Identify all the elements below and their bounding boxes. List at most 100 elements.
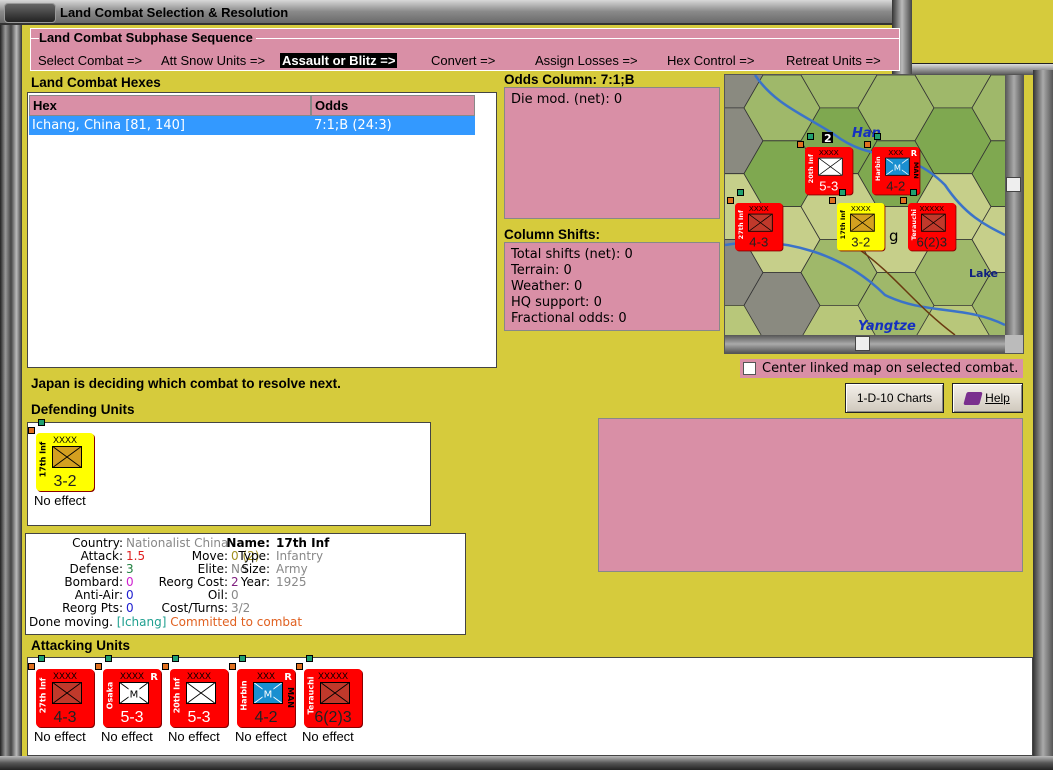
combat-result: No effect [34, 729, 86, 744]
defending-label: Defending Units [31, 402, 135, 417]
svg-text:M: M [264, 690, 273, 701]
book-icon [963, 391, 983, 405]
right-frame [1033, 70, 1053, 770]
unit-counter[interactable]: XXXX 17th Inf 3-2 [36, 433, 94, 491]
map-label-lake: Lake [969, 267, 998, 280]
map-label-yangtze: Yangtze [858, 319, 916, 334]
reorgpts-value: 0 [126, 601, 134, 615]
status-marker [807, 133, 814, 140]
size-label: Size: [241, 562, 270, 576]
table-row[interactable]: Ichang, China [81, 140] 7:1;B (24:3) [29, 116, 475, 135]
unit-strength: 4-2 [254, 709, 278, 726]
defense-label: Defense: [69, 562, 123, 576]
mechanized-icon: M [119, 682, 149, 704]
mechanized-icon: M [253, 682, 283, 704]
charts-button-label: 1-D-10 Charts [856, 391, 933, 405]
country-label: Country: [72, 536, 123, 550]
unit-counter[interactable]: XXX Harbin M R MAN 4-2 [237, 669, 295, 727]
terrain-shift: Terrain: 0 [511, 263, 572, 278]
stack-count: 2 [824, 132, 832, 145]
horizontal-scroll-thumb[interactable] [855, 336, 870, 351]
status-marker [829, 197, 836, 204]
step-att-snow: Att Snow Units => [161, 53, 266, 68]
map-horizontal-scrollbar[interactable] [725, 335, 1005, 353]
unit-strength: 5-3 [120, 709, 144, 726]
infantry-icon [320, 682, 350, 704]
status-marker [874, 133, 881, 140]
subphase-legend: Land Combat Subphase Sequence [39, 30, 256, 45]
country-value: Nationalist China [126, 536, 229, 550]
map-label-city: g [889, 227, 899, 245]
attacking-label: Attacking Units [31, 638, 131, 653]
status-marker [797, 141, 804, 148]
left-frame [0, 25, 22, 770]
unit-counter[interactable]: XXXX 27th Inf 4-3 [36, 669, 94, 727]
combat-result: No effect [101, 729, 153, 744]
combat-result: No effect [34, 493, 86, 508]
year-value: 1925 [276, 575, 307, 589]
center-map-checkbox[interactable] [743, 362, 756, 375]
combat-hexes-table: Hex Odds Ichang, China [81, 140] 7:1;B (… [27, 92, 497, 368]
unit-strength: 6(2)3 [314, 709, 352, 726]
defending-units-panel: XXXX 17th Inf 3-2 No effect [27, 419, 431, 526]
unit-counter[interactable]: XXXXX Terauchi 6(2)3 [908, 203, 956, 251]
status-marker [105, 655, 112, 662]
column-header-hex[interactable]: Hex [29, 95, 311, 116]
combat-status: Committed to combat [170, 615, 303, 629]
unit-nation: MAN [912, 161, 920, 179]
status-marker [727, 197, 734, 204]
bombard-value: 0 [126, 575, 134, 589]
unit-counter[interactable]: XXXX 17th Inf 3-2 [837, 203, 885, 251]
infantry-icon [748, 213, 773, 232]
center-map-label: Center linked map on selected combat. [762, 361, 1019, 376]
svg-text:M: M [130, 690, 139, 701]
unit-counter[interactable]: XXXX 27th Inf 4-3 [735, 203, 783, 251]
odds-panel: Die mod. (net): 0 [504, 87, 720, 219]
reserve-mark: R [910, 149, 918, 159]
status-marker [229, 663, 236, 670]
window-title: Land Combat Selection & Resolution [60, 5, 289, 20]
center-map-checkbox-row[interactable]: Center linked map on selected combat. [740, 359, 1023, 378]
status-marker [38, 419, 45, 426]
infantry-icon [52, 682, 82, 704]
location-value: [Ichang] [116, 615, 167, 629]
linked-map[interactable]: Han Yangtze Lake g 2 XXXX 27th Inf 4-3 XXXX… [724, 74, 1024, 354]
reserve-mark: R [284, 672, 292, 683]
help-button-label: Help [985, 391, 1010, 405]
defense-value: 3 [126, 562, 134, 576]
unit-counter[interactable]: XXXX Osaka M R 5-3 [103, 669, 161, 727]
column-shifts-panel: Total shifts (net): 0 Terrain: 0 Weather… [504, 242, 720, 331]
title-bar[interactable]: Land Combat Selection & Resolution [0, 0, 905, 25]
unit-counter[interactable]: XXX Harbin M R MAN 4-2 [872, 147, 920, 195]
column-header-odds[interactable]: Odds [311, 95, 475, 116]
step-retreat-units: Retreat Units => [786, 53, 881, 68]
unit-strength: 4-3 [749, 235, 769, 250]
unit-strength: 6(2)3 [916, 235, 948, 250]
unit-counter[interactable]: XXXX 20th Inf 5-3 [805, 147, 853, 195]
results-panel [598, 418, 1023, 572]
map-vertical-scrollbar[interactable] [1005, 75, 1023, 335]
help-button[interactable]: Help [952, 383, 1023, 413]
infantry-icon [850, 213, 875, 232]
svg-text:M: M [894, 162, 901, 172]
name-value: 17th Inf [276, 536, 330, 550]
weather-shift: Weather: 0 [511, 279, 583, 294]
unit-counter[interactable]: XXXXX Terauchi 6(2)3 [304, 669, 362, 727]
reserve-mark: R [150, 672, 158, 683]
total-shifts: Total shifts (net): 0 [511, 247, 633, 262]
name-label: Name: [226, 536, 270, 550]
status-marker [28, 663, 35, 670]
hexes-label: Land Combat Hexes [31, 75, 161, 90]
system-menu-button[interactable] [4, 3, 56, 23]
vertical-scroll-thumb[interactable] [1006, 177, 1021, 192]
unit-strength: 5-3 [187, 709, 211, 726]
unit-counter[interactable]: XXXX 20th Inf 5-3 [170, 669, 228, 727]
infantry-icon [921, 213, 946, 232]
reorgpts-label: Reorg Pts: [62, 601, 123, 615]
odds-cell: 7:1;B (24:3) [314, 118, 392, 133]
charts-button[interactable]: 1-D-10 Charts [845, 383, 944, 413]
status-marker [296, 663, 303, 670]
subphase-sequence: Land Combat Subphase Sequence Select Com… [30, 28, 900, 71]
reorgcost-label: Reorg Cost: [158, 575, 228, 589]
step-assault-blitz: Assault or Blitz => [280, 53, 398, 68]
